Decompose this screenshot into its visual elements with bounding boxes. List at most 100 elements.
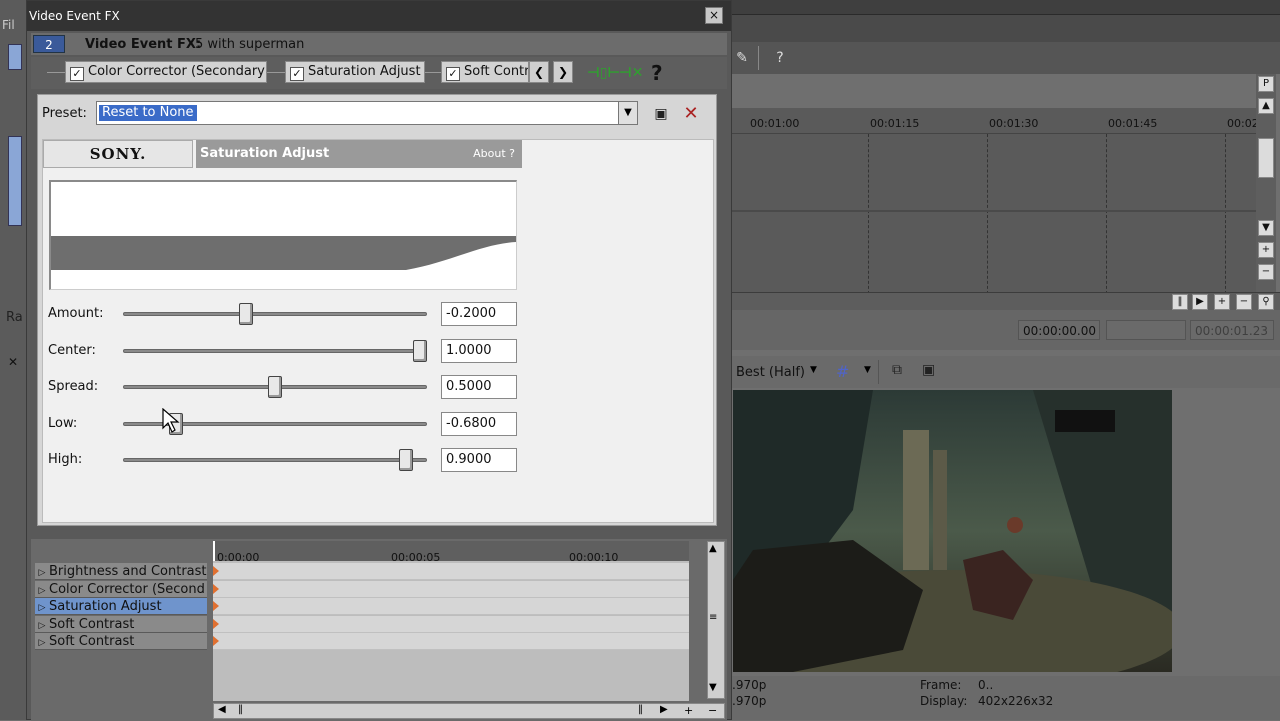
slider-value-input[interactable]: 1.0000	[441, 339, 517, 363]
slider-thumb[interactable]	[239, 303, 253, 325]
delete-preset-icon[interactable]: ✕	[682, 105, 700, 123]
host-tool-icon[interactable]: ✎	[732, 48, 752, 68]
end-timecode[interactable]: 00:00:01.23	[1190, 320, 1274, 340]
chain-item-saturation-adjust[interactable]: ✓ Saturation Adjust	[285, 61, 425, 83]
keyframe-row[interactable]	[213, 615, 689, 633]
slider-value-input[interactable]: 0.5000	[441, 375, 517, 399]
remove-plugin-icon[interactable]: ⊣✕	[619, 65, 644, 81]
cursor-timecode[interactable]: 00:00:00.00	[1018, 320, 1100, 340]
host-side-tab[interactable]	[8, 136, 22, 226]
expand-arrow-icon[interactable]: ▷	[35, 583, 49, 597]
keyframe-ruler[interactable]: 0:00:00 00:00:05 00:00:10	[213, 541, 689, 564]
slider-value-input[interactable]: -0.2000	[441, 302, 517, 326]
ruler-label: 00:01:15	[870, 117, 920, 130]
keyframe-marker[interactable]	[213, 566, 219, 576]
slider-value-input[interactable]: 0.9000	[441, 448, 517, 472]
saturation-curve-graph	[49, 180, 517, 290]
about-button[interactable]: About ?	[463, 140, 521, 168]
fx-list-item[interactable]: ▷ Soft Contrast	[35, 633, 207, 650]
scroll-right-icon[interactable]: ▶	[660, 704, 668, 715]
host-timeline[interactable]	[730, 108, 1258, 294]
marker-icon[interactable]: P	[1258, 76, 1274, 92]
chain-next-button[interactable]: ❯	[553, 61, 573, 83]
zoom-in-icon[interactable]: +	[1214, 294, 1230, 310]
help-icon[interactable]: ?	[651, 61, 663, 85]
keyframe-marker[interactable]	[213, 636, 219, 646]
plugin-chain-icon[interactable]: ⊣▯⊢	[587, 65, 620, 81]
zoom-in-icon[interactable]: +	[1258, 242, 1274, 258]
scroll-thumb[interactable]	[1258, 138, 1274, 178]
save-snapshot-icon[interactable]: ▣	[922, 362, 935, 378]
scroll-grip-icon[interactable]: ‖	[1172, 294, 1188, 310]
scroll-down-icon[interactable]: ▼	[709, 682, 717, 693]
zoom-out-icon[interactable]: −	[1258, 264, 1274, 280]
slider-thumb[interactable]	[398, 449, 413, 471]
host-timeline-hscroll[interactable]: ‖ ▶ + − ⚲	[730, 292, 1280, 310]
keyframe-hscroll[interactable]: ◀ ‖ ‖ ▶ + −	[213, 703, 725, 719]
fx-list-item[interactable]: ▷ Color Corrector (Second	[35, 580, 207, 598]
zoom-in-icon[interactable]: +	[684, 704, 693, 717]
preset-dropdown[interactable]: Reset to None	[96, 101, 638, 125]
slider-track[interactable]	[123, 458, 427, 462]
save-preset-icon[interactable]: ▣	[652, 105, 670, 123]
project-info-2: .970p	[732, 694, 767, 708]
expand-arrow-icon[interactable]: ▷	[35, 618, 49, 632]
zoom-tool-icon[interactable]: ⚲	[1258, 294, 1274, 310]
scroll-down-icon[interactable]: ▼	[1258, 220, 1274, 236]
keyframe-row[interactable]	[213, 580, 689, 598]
host-help-pointer-icon[interactable]: ?	[770, 48, 790, 68]
expand-arrow-icon[interactable]: ▷	[35, 635, 49, 649]
host-close-icon[interactable]: ✕	[8, 355, 18, 369]
keyframe-row[interactable]	[213, 633, 689, 650]
host-vertical-scrollbar[interactable]: P ▲ ▼ + −	[1256, 74, 1276, 294]
playhead[interactable]	[213, 541, 215, 561]
slider-thumb[interactable]	[413, 340, 427, 362]
preview-quality-select[interactable]: Best (Half)	[736, 365, 805, 380]
keyframe-row[interactable]	[213, 598, 689, 615]
host-side-button[interactable]	[8, 44, 22, 70]
chain-prev-button[interactable]: ❮	[529, 61, 549, 83]
slider-thumb[interactable]	[268, 376, 282, 398]
fx-list-item[interactable]: ▷ Brightness and Contrast	[35, 563, 207, 580]
zoom-out-icon[interactable]: −	[1236, 294, 1252, 310]
host-timeline-ruler[interactable]: 00:01:00 00:01:15 00:01:30 00:01:45 00:0…	[730, 108, 1259, 134]
checkbox-icon[interactable]: ✓	[446, 67, 460, 81]
scroll-grip-icon[interactable]: ≡	[709, 612, 717, 623]
scroll-grip-icon[interactable]: ‖	[238, 704, 243, 715]
selection-length[interactable]	[1106, 320, 1186, 340]
window-title-bar[interactable]: Video Event FX ×	[27, 1, 731, 31]
zoom-out-icon[interactable]: −	[708, 704, 717, 717]
ruler-label: 00:02	[1227, 117, 1259, 130]
keyframe-marker[interactable]	[213, 618, 219, 629]
expand-arrow-icon[interactable]: ▷	[35, 600, 49, 614]
slider-value-input[interactable]: -0.6800	[441, 412, 517, 436]
chain-item-color-corrector[interactable]: ✓ Color Corrector (Secondary)	[65, 61, 267, 83]
scroll-grip-icon[interactable]: ‖	[638, 704, 643, 715]
grid-overlay-icon[interactable]: #	[836, 362, 849, 381]
chevron-down-icon[interactable]: ▼	[810, 365, 817, 375]
checkbox-icon[interactable]: ✓	[290, 67, 304, 81]
scroll-left-icon[interactable]: ◀	[218, 704, 226, 715]
chevron-down-icon[interactable]: ▼	[618, 101, 638, 125]
host-menu-file-fragment[interactable]: Fil	[2, 18, 15, 32]
keyframe-row[interactable]	[213, 563, 689, 580]
checkbox-icon[interactable]: ✓	[70, 67, 84, 81]
scroll-up-icon[interactable]: ▲	[1258, 98, 1274, 114]
fx-list-item[interactable]: ▷ Soft Contrast	[35, 615, 207, 633]
keyframe-marker[interactable]	[213, 583, 219, 594]
slider-track[interactable]	[123, 312, 427, 316]
chevron-down-icon[interactable]: ▼	[864, 365, 871, 375]
grid-line	[1106, 134, 1107, 294]
keyframe-vscroll[interactable]: ▲ ≡ ▼	[707, 541, 725, 699]
expand-arrow-icon[interactable]: ▷	[35, 565, 49, 579]
fx-list-item[interactable]: ▷ Saturation Adjust	[35, 598, 207, 615]
scroll-right-icon[interactable]: ▶	[1192, 294, 1208, 310]
keyframe-marker[interactable]	[213, 601, 219, 611]
scroll-up-icon[interactable]: ▲	[709, 543, 717, 554]
slider-track[interactable]	[123, 349, 427, 353]
copy-snapshot-icon[interactable]: ⧉	[892, 362, 902, 378]
keyframe-area[interactable]	[213, 561, 689, 701]
preset-value[interactable]: Reset to None	[99, 105, 197, 121]
close-button[interactable]: ×	[705, 7, 723, 24]
chain-item-soft-contrast[interactable]: ✓ Soft Contr	[441, 61, 529, 83]
